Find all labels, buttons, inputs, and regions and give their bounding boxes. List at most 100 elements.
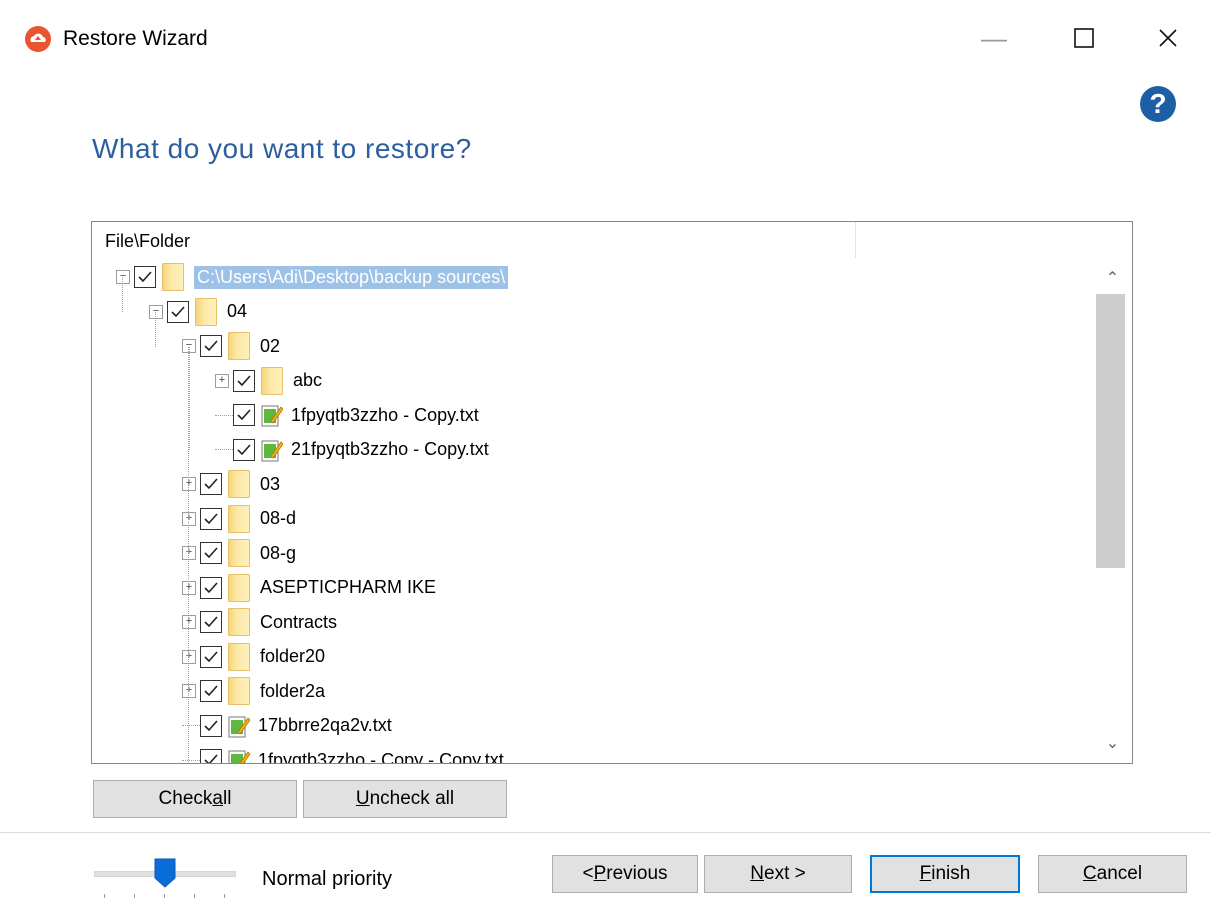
slider-tick xyxy=(164,894,165,898)
tree-row[interactable]: +03 xyxy=(182,467,280,501)
row-checkbox[interactable] xyxy=(200,335,222,357)
collapse-icon[interactable]: − xyxy=(149,304,163,319)
priority-label: Normal priority xyxy=(262,868,393,890)
row-checkbox[interactable] xyxy=(134,266,156,288)
previous-button[interactable]: < Previous xyxy=(552,855,698,893)
tree-row[interactable]: + Contracts xyxy=(182,605,337,639)
file-tree-panel[interactable]: File\Folder − C:\Users\Adi\Desktop\backup… xyxy=(91,221,1133,764)
finish-label-post: inish xyxy=(931,863,971,884)
next-accel: N xyxy=(750,863,764,884)
slider-tick xyxy=(134,894,135,898)
expand-icon[interactable]: + xyxy=(182,615,196,629)
check-all-button[interactable]: Check a ll xyxy=(93,780,297,818)
file-label: 1fpyqtb3zzho - Copy - Copy.txt xyxy=(258,749,504,764)
slider-tick xyxy=(194,894,195,898)
row-checkbox[interactable] xyxy=(200,645,222,668)
folder-label: folder20 xyxy=(260,646,326,666)
next-label-post: ext > xyxy=(764,863,806,884)
file-label: 17bbrre2qa2v.txt xyxy=(258,715,392,735)
tree-row[interactable]: 21fpyqtb3zzho - Copy.txt xyxy=(215,433,489,467)
help-icon[interactable]: ? xyxy=(1140,86,1176,122)
row-checkbox[interactable] xyxy=(167,300,189,323)
previous-label-post: revious xyxy=(606,863,668,884)
folder-label: 08-d xyxy=(260,508,297,528)
scroll-up-icon[interactable]: ⌃ xyxy=(1094,262,1131,294)
row-checkbox[interactable] xyxy=(200,680,222,702)
column-header-file-folder[interactable]: File\Folder xyxy=(105,231,190,252)
folder-icon xyxy=(195,297,217,326)
tree-row[interactable]: 1fpyqtb3zzho - Copy.txt xyxy=(215,398,479,432)
tree-row[interactable]: −02 xyxy=(182,329,280,363)
tree-guide-line xyxy=(122,277,123,312)
tree-guide-line xyxy=(189,347,190,450)
file-label: 1fpyqtb3zzho - Copy.txt xyxy=(291,404,479,425)
cancel-label-post: ancel xyxy=(1096,863,1143,884)
row-checkbox[interactable] xyxy=(233,438,255,461)
folder-label: 08-g xyxy=(260,542,297,563)
expand-icon[interactable]: + xyxy=(182,580,196,595)
folder-label: 03 xyxy=(260,473,281,494)
maximize-icon[interactable] xyxy=(1054,14,1114,62)
folder-icon xyxy=(261,366,283,395)
row-checkbox[interactable] xyxy=(200,714,222,737)
tree-row[interactable]: +08-g xyxy=(182,536,296,570)
tree-row[interactable]: − C:\Users\Adi\Desktop\backup sources\ xyxy=(116,260,509,294)
page-heading: What do you want to restore? xyxy=(92,133,472,164)
row-checkbox[interactable] xyxy=(200,576,222,599)
previous-accel: P xyxy=(593,863,607,884)
tree-connector xyxy=(215,449,233,450)
folder-label: Contracts xyxy=(260,611,338,632)
window-title: Restore Wizard xyxy=(63,27,208,50)
scroll-thumb[interactable] xyxy=(1096,294,1125,568)
tree-row[interactable]: + folder2a xyxy=(182,674,325,708)
minimize-icon[interactable]: — xyxy=(964,14,1024,62)
tree-row[interactable]: + abc xyxy=(215,364,322,398)
expand-icon[interactable]: + xyxy=(182,649,196,664)
collapse-icon[interactable]: − xyxy=(116,270,130,284)
tree-row[interactable]: + ASEPTICPHARM IKE xyxy=(182,571,436,605)
folder-icon xyxy=(228,573,250,602)
row-checkbox[interactable] xyxy=(200,507,222,530)
expand-icon[interactable]: + xyxy=(215,373,229,388)
row-checkbox[interactable] xyxy=(200,611,222,633)
next-button[interactable]: Next > xyxy=(704,855,852,893)
row-checkbox[interactable] xyxy=(233,404,255,426)
expand-icon[interactable]: + xyxy=(182,477,196,491)
folder-label: C:\Users\Adi\Desktop\backup sources\ xyxy=(194,265,509,289)
tree-connector xyxy=(182,759,200,761)
expand-icon[interactable]: + xyxy=(182,684,196,698)
tree-connector xyxy=(215,414,233,416)
folder-icon xyxy=(228,504,250,533)
folder-label: 02 xyxy=(260,335,281,356)
cancel-button[interactable]: Cancel xyxy=(1038,855,1187,893)
folder-icon xyxy=(228,677,250,705)
scroll-down-icon[interactable]: ⌄ xyxy=(1094,727,1131,759)
column-divider[interactable] xyxy=(855,222,856,258)
text-file-icon xyxy=(228,748,251,763)
close-icon[interactable] xyxy=(1138,14,1198,62)
folder-icon xyxy=(228,608,250,636)
text-file-icon xyxy=(228,714,251,738)
tree-row[interactable]: + folder20 xyxy=(182,640,325,674)
tree-row[interactable]: 1fpyqtb3zzho - Copy - Copy.txt xyxy=(182,743,504,764)
tree-guide-line xyxy=(155,312,156,347)
row-checkbox[interactable] xyxy=(200,473,222,495)
row-checkbox[interactable] xyxy=(233,369,255,392)
tree-row[interactable]: − 04 xyxy=(149,295,247,329)
uncheck-all-label-post: ncheck all xyxy=(369,788,455,809)
finish-button[interactable]: Finish xyxy=(870,855,1020,893)
folder-icon xyxy=(162,263,184,291)
finish-accel: F xyxy=(919,863,932,884)
previous-label-pre: < xyxy=(582,863,594,884)
priority-slider-thumb[interactable] xyxy=(154,858,176,888)
expand-icon[interactable]: + xyxy=(182,511,196,526)
expand-icon[interactable]: + xyxy=(182,546,196,560)
check-all-label-pre: Check xyxy=(158,788,213,809)
tree-row[interactable]: 17bbrre2qa2v.txt xyxy=(182,709,392,743)
row-checkbox[interactable] xyxy=(200,542,222,564)
footer-separator xyxy=(0,832,1211,833)
uncheck-all-button[interactable]: Uncheck all xyxy=(303,780,507,818)
row-checkbox[interactable] xyxy=(200,749,222,763)
slider-tick xyxy=(224,894,225,898)
tree-row[interactable]: +08-d xyxy=(182,502,296,536)
